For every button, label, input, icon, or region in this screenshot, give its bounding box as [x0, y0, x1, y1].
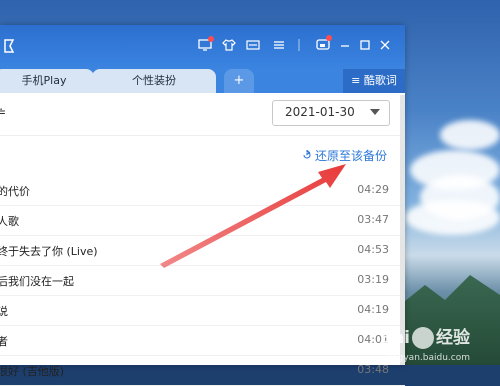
table-row[interactable]: 后我们没在一起 03:19	[0, 266, 405, 296]
song-duration: 04:53	[357, 243, 389, 256]
song-duration: 03:19	[357, 273, 389, 286]
tab-bar: 手机Play 个性装扮 + ≡ 酷歌词	[0, 69, 405, 93]
menu-icon[interactable]	[272, 38, 288, 54]
row-label-fragment: ≐	[0, 105, 7, 119]
minimize-icon[interactable]	[338, 38, 354, 54]
table-row[interactable]: 终于失去了你 (Live) 04:53	[0, 236, 405, 266]
app-logo-icon	[2, 38, 18, 54]
table-row[interactable]: 人歌 03:47	[0, 206, 405, 236]
titlebar	[0, 25, 405, 69]
backup-date-row: ≐ 2021-01-30	[0, 93, 405, 136]
chevron-down-icon	[370, 109, 380, 115]
lyrics-button[interactable]: ≡ 酷歌词	[343, 69, 405, 93]
watermark-logo: Bai 经验	[379, 327, 470, 349]
mail-icon[interactable]	[246, 38, 262, 54]
song-title: 说	[0, 305, 8, 318]
song-title: 终于失去了你 (Live)	[0, 245, 98, 258]
restore-icon	[302, 147, 312, 165]
song-title: 后我们没在一起	[0, 275, 74, 288]
tab-label: 手机Play	[21, 74, 67, 87]
song-title: 人歌	[0, 215, 19, 228]
table-row[interactable]: 很好 (吉他版) 03:48	[0, 356, 405, 386]
miniplayer-badge	[326, 35, 332, 41]
table-row[interactable]: 说 04:19	[0, 296, 405, 326]
notification-badge	[208, 36, 214, 42]
song-duration: 04:19	[357, 303, 389, 316]
song-title: 者	[0, 335, 8, 348]
song-title: 很好 (吉他版)	[0, 365, 65, 378]
song-duration: 04:29	[357, 183, 389, 196]
watermark-url: jingyan.baidu.com	[386, 353, 470, 363]
restore-label: 还原至该备份	[314, 149, 387, 163]
divider	[298, 38, 306, 54]
maximize-icon[interactable]	[358, 38, 374, 54]
shirt-icon[interactable]	[222, 38, 238, 54]
add-tab-button[interactable]: +	[224, 69, 254, 93]
tab-phone-play[interactable]: 手机Play	[0, 69, 94, 93]
tab-label: 个性装扮	[132, 74, 176, 87]
restore-backup-link[interactable]: 还原至该备份	[302, 147, 387, 165]
add-tab-label: +	[233, 73, 245, 88]
song-list-rows: 的代价 04:29 人歌 03:47 终于失去了你 (Live) 04:53 后我们没…	[0, 176, 405, 386]
close-icon[interactable]	[378, 38, 394, 54]
table-row[interactable]: 的代价 04:29	[0, 176, 405, 206]
lyrics-label: 酷歌词	[363, 74, 397, 87]
song-title: 的代价	[0, 185, 30, 198]
song-duration: 03:47	[357, 213, 389, 226]
tab-personal-skin[interactable]: 个性装扮	[92, 69, 216, 93]
paw-icon	[412, 327, 434, 349]
date-value: 2021-01-30	[285, 105, 355, 119]
backup-date-select[interactable]: 2021-01-30	[272, 100, 390, 126]
table-row[interactable]: 者 04:01	[0, 326, 405, 356]
lyrics-icon: ≡	[351, 74, 364, 87]
